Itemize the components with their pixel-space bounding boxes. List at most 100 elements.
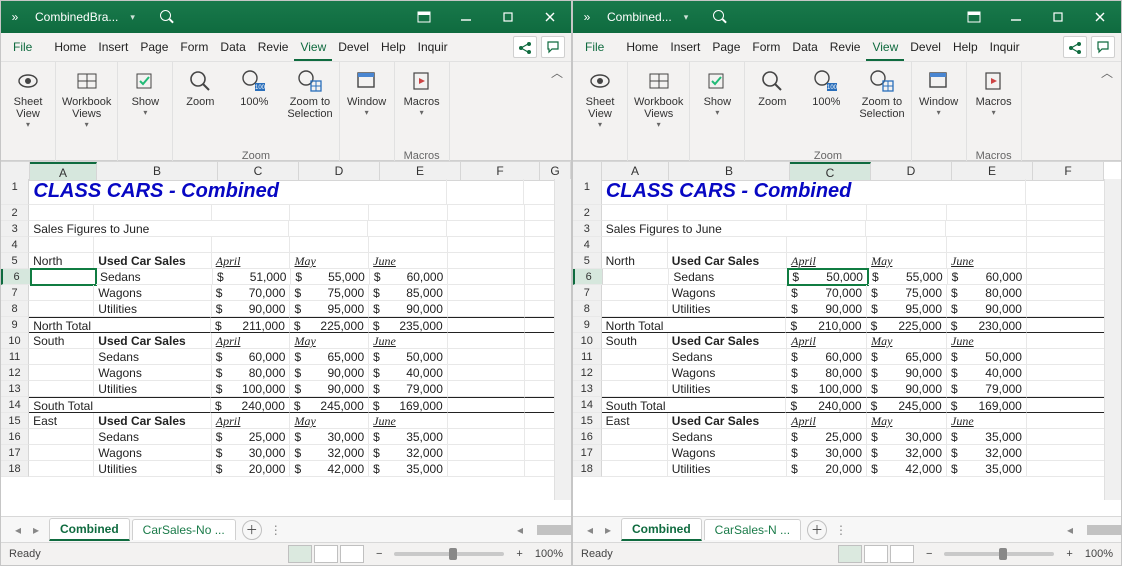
row-header-12[interactable]: 12 (1, 365, 29, 381)
ribbon-display-button[interactable] (403, 1, 445, 33)
cell-money[interactable]: $230,000 (947, 317, 1027, 333)
cat-wagons[interactable]: Wagons (94, 285, 211, 301)
cell-money[interactable]: $25,000 (212, 429, 291, 445)
cell-empty[interactable] (525, 301, 555, 317)
cell-empty[interactable] (1027, 333, 1105, 349)
cell[interactable]: April (787, 333, 867, 349)
collapse-ribbon-icon[interactable]: ︿ (1093, 62, 1121, 83)
select-all-corner[interactable] (573, 162, 602, 180)
menu-view[interactable]: View (294, 35, 332, 61)
row-header-4[interactable]: 4 (573, 237, 602, 253)
row-header-5[interactable]: 5 (573, 253, 602, 269)
row-header-16[interactable]: 16 (1, 429, 29, 445)
cell-empty[interactable] (603, 269, 669, 285)
cell[interactable]: Wagons (668, 445, 787, 461)
row-header-13[interactable]: 13 (573, 381, 602, 397)
cell-empty[interactable] (212, 237, 291, 253)
cell-empty[interactable] (602, 445, 668, 461)
cell-empty[interactable] (602, 365, 668, 381)
col-header-E[interactable]: E (380, 162, 461, 180)
cell-money[interactable]: $40,000 (947, 365, 1027, 381)
cell-empty[interactable] (946, 221, 1026, 237)
view-page-layout-button[interactable] (314, 545, 338, 563)
cat-utilities[interactable]: Utilities (94, 301, 211, 317)
view-page-layout-button[interactable] (864, 545, 888, 563)
cell-empty[interactable] (525, 285, 555, 301)
cell-money[interactable]: $30,000 (867, 429, 947, 445)
cell-money[interactable]: $169,000 (947, 397, 1027, 413)
zoom-in-icon[interactable]: + (1066, 548, 1072, 560)
zoom-button[interactable]: Zoom (747, 66, 797, 110)
row-header-12[interactable]: 12 (573, 365, 602, 381)
cell-money[interactable]: $30,000 (787, 445, 867, 461)
col-header-F[interactable]: F (1033, 162, 1104, 180)
cell-empty[interactable] (1027, 445, 1105, 461)
cell-money[interactable]: $65,000 (290, 349, 369, 365)
cell-money[interactable]: $35,000 (947, 461, 1027, 477)
hscroll-left-icon[interactable]: ◂ (1063, 523, 1077, 537)
menu-help[interactable]: Help (375, 35, 412, 61)
cell-money[interactable]: $245,000 (290, 397, 369, 413)
col-header-D[interactable]: D (871, 162, 952, 180)
cell-money[interactable]: $235,000 (369, 317, 448, 333)
cell-money[interactable]: $90,000 (369, 301, 448, 317)
cell-money[interactable]: $90,000 (290, 381, 369, 397)
workbook-views-button[interactable]: Workbook Views▾ (630, 66, 687, 131)
view-page-break-button[interactable] (340, 545, 364, 563)
row-header-10[interactable]: 10 (573, 333, 602, 349)
cell-money[interactable]: $90,000 (787, 301, 867, 317)
row-header-9[interactable]: 9 (573, 317, 602, 333)
cell[interactable]: May (290, 333, 369, 349)
cell-money[interactable]: $100,000 (212, 381, 291, 397)
row-header-16[interactable]: 16 (573, 429, 602, 445)
cell-empty[interactable] (29, 285, 94, 301)
comments-button[interactable] (541, 36, 565, 58)
cell-empty[interactable] (29, 461, 94, 477)
cell-empty[interactable] (29, 301, 94, 317)
cell-money[interactable]: $100,000 (787, 381, 867, 397)
row-header-7[interactable]: 7 (573, 285, 602, 301)
docname-dropdown-icon[interactable]: ▾ (130, 12, 135, 23)
row-header-18[interactable]: 18 (573, 461, 602, 477)
cell-money[interactable]: $51,000 (213, 269, 291, 285)
cell-money[interactable]: $60,000 (787, 349, 867, 365)
row-header-8[interactable]: 8 (573, 301, 602, 317)
cell-empty[interactable] (448, 269, 525, 285)
month-june[interactable]: June (947, 253, 1027, 269)
cell-money[interactable]: $80,000 (947, 285, 1027, 301)
cell[interactable]: April (212, 413, 291, 429)
cell-money[interactable]: $85,000 (369, 285, 448, 301)
cell-empty[interactable] (448, 429, 525, 445)
cell-empty[interactable] (525, 317, 555, 333)
show-button[interactable]: Show▾ (692, 66, 742, 119)
cell-money[interactable]: $240,000 (786, 397, 866, 413)
cell[interactable]: Sedans (668, 429, 787, 445)
cell-empty[interactable] (525, 205, 555, 221)
row-header-7[interactable]: 7 (1, 285, 29, 301)
quickaccess-chevron-icon[interactable]: » (7, 9, 23, 25)
cell-empty[interactable] (602, 301, 668, 317)
col-header-E[interactable]: E (952, 162, 1033, 180)
south-total[interactable]: South Total (602, 397, 787, 413)
cell-money[interactable]: $32,000 (947, 445, 1027, 461)
subtitle-text[interactable]: Sales Figures to June (602, 221, 866, 237)
cell-empty[interactable] (525, 461, 555, 477)
cell-empty[interactable] (1027, 461, 1105, 477)
cell-money[interactable]: $32,000 (290, 445, 369, 461)
cell-empty[interactable] (448, 349, 525, 365)
cell[interactable]: May (867, 333, 947, 349)
cell-money[interactable]: $79,000 (947, 381, 1027, 397)
cell[interactable]: Sedans (94, 349, 211, 365)
menu-page[interactable]: Page (706, 35, 746, 61)
close-button[interactable] (529, 1, 571, 33)
menu-home[interactable]: Home (620, 35, 664, 61)
cell-empty[interactable] (94, 237, 211, 253)
month-april[interactable]: April (212, 253, 291, 269)
select-all-corner[interactable] (1, 162, 30, 180)
cell-empty[interactable] (787, 237, 867, 253)
col-header-B[interactable]: B (669, 162, 790, 180)
cell[interactable]: Used Car Sales (94, 333, 211, 349)
region-east[interactable]: East (29, 413, 94, 429)
cell-empty[interactable] (29, 365, 94, 381)
cell-empty[interactable] (525, 365, 555, 381)
